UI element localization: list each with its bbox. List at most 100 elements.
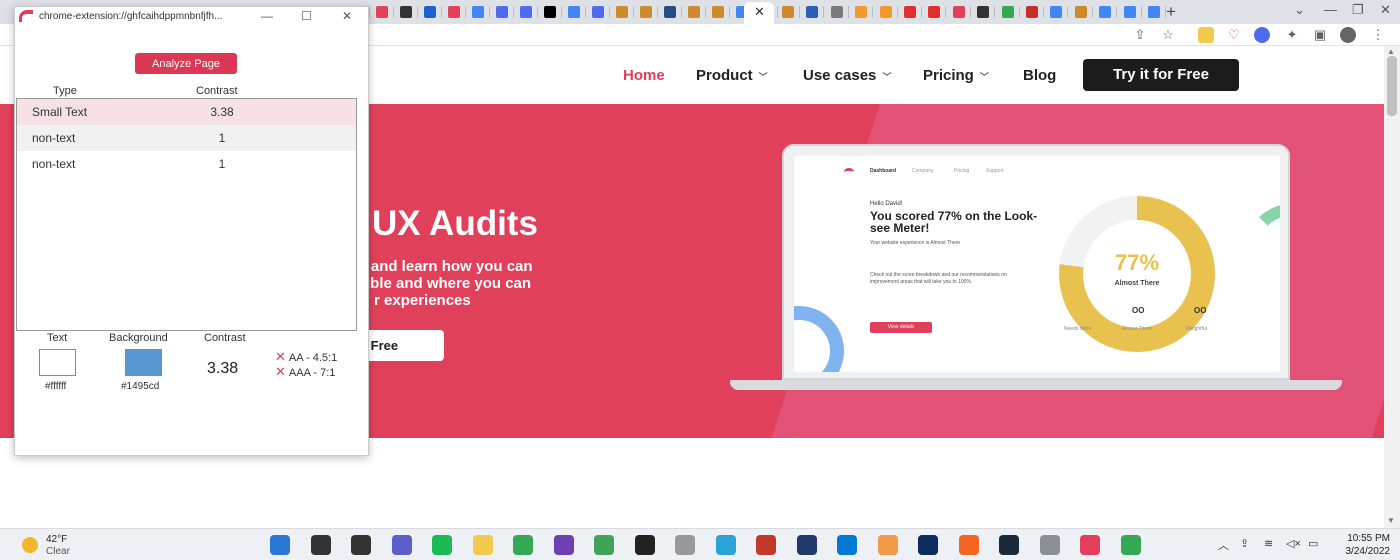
browser-tab[interactable] <box>949 4 971 20</box>
weather-condition[interactable]: Clear <box>46 546 70 557</box>
browser-tab[interactable] <box>492 4 514 20</box>
browser-tab[interactable] <box>372 4 394 20</box>
browser-tab[interactable] <box>778 4 800 20</box>
tray-app-icon[interactable]: ⇪ <box>1240 537 1249 550</box>
side-panel-icon[interactable]: ▣ <box>1312 27 1328 43</box>
taskbar-app-icon[interactable] <box>675 535 695 555</box>
taskbar-app-icon[interactable] <box>918 535 938 555</box>
taskbar-app-icon[interactable] <box>351 535 371 555</box>
taskbar-app-icon[interactable] <box>1120 535 1141 555</box>
weather-temperature[interactable]: 42°F <box>46 534 67 545</box>
pocket-icon[interactable]: ♡ <box>1226 27 1242 43</box>
share-icon[interactable]: ⇪ <box>1132 27 1148 43</box>
popup-maximize-button[interactable]: ☐ <box>301 9 312 23</box>
browser-tab[interactable] <box>516 4 538 20</box>
taskbar-app-icon[interactable] <box>432 535 452 555</box>
taskbar-app-icon[interactable] <box>513 535 533 555</box>
browser-tab[interactable] <box>1071 4 1093 20</box>
try-free-button[interactable]: Try it for Free <box>1083 59 1239 91</box>
tab-active[interactable]: ✕ <box>744 2 774 24</box>
browser-tab[interactable] <box>444 4 466 20</box>
taskbar-app-icon[interactable] <box>999 535 1019 555</box>
minimize-button[interactable]: — <box>1324 2 1337 17</box>
nav-blog[interactable]: Blog <box>1023 67 1056 84</box>
scroll-up-icon[interactable]: ▲ <box>1387 47 1395 56</box>
browser-tab[interactable] <box>900 4 922 20</box>
profile-avatar[interactable] <box>1340 27 1356 43</box>
browser-tab[interactable] <box>876 4 898 20</box>
popup-minimize-button[interactable]: — <box>261 9 273 23</box>
browser-tab[interactable] <box>924 4 947 20</box>
close-tab-icon[interactable]: ✕ <box>754 4 765 20</box>
tab-search-icon[interactable]: ⌄ <box>1294 2 1305 18</box>
browser-tab[interactable] <box>684 4 706 20</box>
battery-icon[interactable]: ▭ <box>1308 537 1318 550</box>
browser-tab[interactable] <box>540 4 562 20</box>
browser-tab[interactable] <box>636 4 658 20</box>
taskbar-app-icon[interactable] <box>1080 535 1100 555</box>
taskbar-app-icon[interactable] <box>391 535 412 555</box>
extensions-puzzle-icon[interactable]: ✦ <box>1284 27 1300 43</box>
taskbar-app-icon[interactable] <box>553 535 574 555</box>
taskbar-app-icon[interactable] <box>472 535 493 555</box>
scroll-thumb[interactable] <box>1387 56 1397 116</box>
browser-tab[interactable] <box>708 4 730 20</box>
browser-tab[interactable] <box>851 4 874 20</box>
close-window-button[interactable]: ✕ <box>1380 2 1391 18</box>
volume-icon[interactable]: ◁× <box>1286 537 1301 550</box>
browser-tab[interactable] <box>1120 4 1142 20</box>
taskbar-app-icon[interactable] <box>310 535 331 555</box>
bookmark-star-icon[interactable]: ☆ <box>1160 27 1176 43</box>
extension-notes-icon[interactable] <box>1198 27 1214 43</box>
result-row[interactable]: non-text 1 <box>17 125 356 151</box>
browser-tab[interactable] <box>827 4 849 20</box>
taskbar-app-icon[interactable] <box>634 535 655 555</box>
browser-tab[interactable] <box>1022 4 1044 20</box>
tab-separator <box>1018 6 1020 18</box>
nav-home[interactable]: Home <box>623 67 665 84</box>
taskbar-app-icon[interactable] <box>715 535 736 555</box>
browser-tab[interactable] <box>660 4 682 20</box>
taskbar-app-icon[interactable] <box>837 535 857 555</box>
browser-tab[interactable] <box>396 4 418 20</box>
browser-tab[interactable] <box>588 4 610 20</box>
result-row[interactable]: non-text 1 <box>17 151 356 177</box>
maximize-button[interactable]: ❐ <box>1352 2 1364 18</box>
browser-tab[interactable] <box>1046 4 1069 20</box>
extension-circle-icon[interactable] <box>1254 27 1270 43</box>
taskbar-app-icon[interactable] <box>594 535 614 555</box>
taskbar-app-icon[interactable] <box>756 535 776 555</box>
analyze-page-button[interactable]: Analyze Page <box>135 53 237 74</box>
popup-close-button[interactable]: ✕ <box>342 9 352 23</box>
browser-tab[interactable] <box>998 4 1020 20</box>
browser-tab[interactable] <box>1095 4 1118 20</box>
wifi-icon[interactable]: ≋ <box>1264 537 1273 550</box>
clock-time[interactable]: 10:55 PM <box>1340 533 1390 544</box>
taskbar-app-icon[interactable] <box>958 535 979 555</box>
clock-date[interactable]: 3/24/2022 <box>1334 546 1391 557</box>
browser-tab[interactable] <box>612 4 634 20</box>
taskbar-app-icon[interactable] <box>796 535 817 555</box>
result-contrast: 3.38 <box>210 105 234 119</box>
nav-pricing[interactable]: Pricing ﹀ <box>923 67 989 84</box>
browser-tab[interactable] <box>802 4 825 20</box>
text-color-hex: #ffffff <box>45 381 67 392</box>
page-scrollbar[interactable]: ▲ ▼ <box>1384 46 1400 528</box>
browser-tab[interactable] <box>420 4 442 20</box>
browser-tab[interactable] <box>564 4 586 20</box>
new-tab-button[interactable]: + <box>1166 2 1176 22</box>
result-row[interactable]: Small Text 3.38 <box>17 99 356 125</box>
menu-dots-icon[interactable]: ⋮ <box>1370 27 1386 43</box>
taskbar-app-icon[interactable] <box>877 535 898 555</box>
scroll-down-icon[interactable]: ▼ <box>1387 516 1395 525</box>
nav-use-cases[interactable]: Use cases ﹀ <box>803 67 891 84</box>
weather-moon-icon[interactable] <box>22 537 38 553</box>
tray-chevron-icon[interactable]: ︿ <box>1218 537 1229 553</box>
browser-tab[interactable] <box>1144 4 1166 20</box>
nav-product[interactable]: Product ﹀ <box>696 67 768 84</box>
browser-tab[interactable] <box>468 4 490 20</box>
taskbar-app-icon[interactable] <box>270 535 290 555</box>
browser-tab[interactable] <box>973 4 996 20</box>
results-list[interactable]: Small Text 3.38 non-text 1 non-text 1 <box>16 98 357 331</box>
taskbar-app-icon[interactable] <box>1039 535 1060 555</box>
